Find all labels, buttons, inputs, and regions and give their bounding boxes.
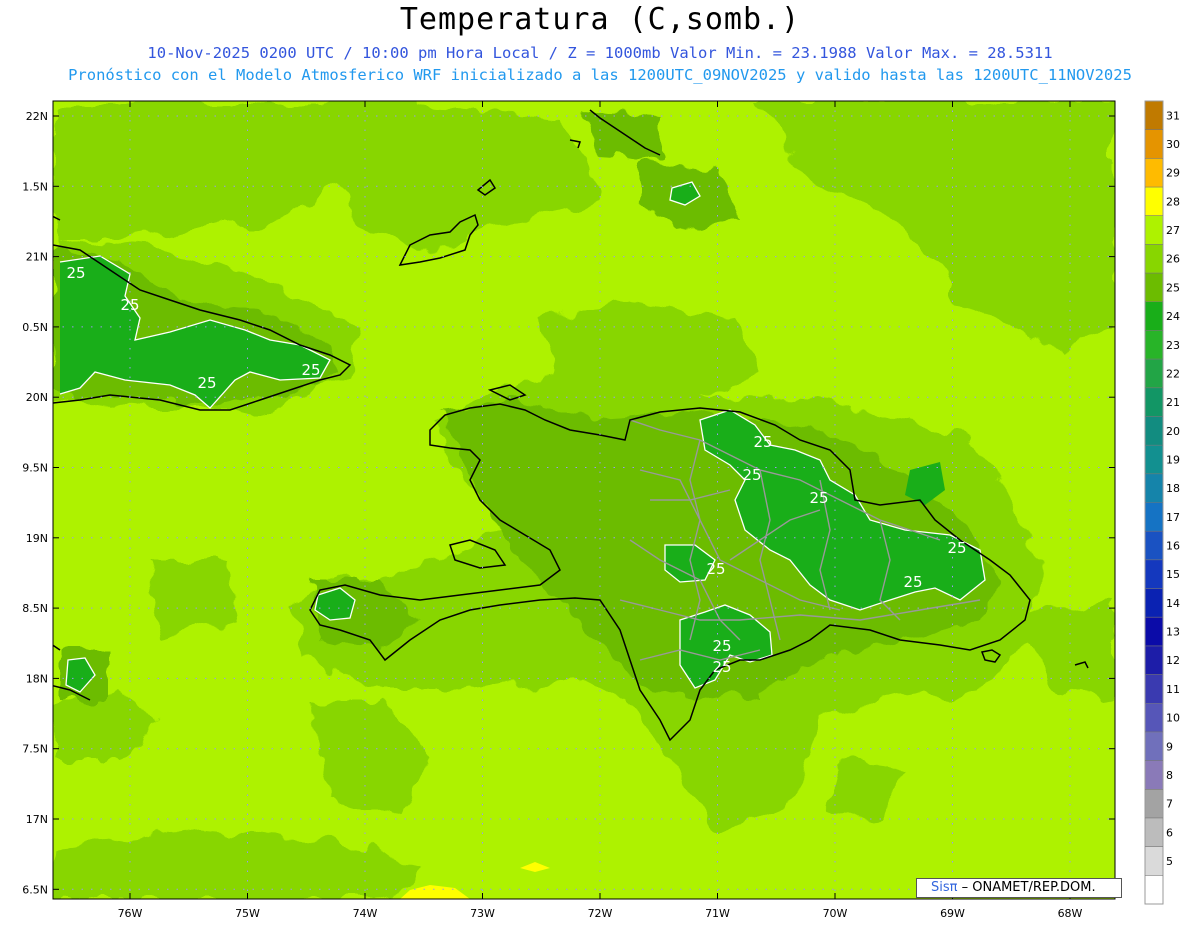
colorbar-label: 23 <box>1166 339 1180 352</box>
contour-label: 25 <box>706 560 725 578</box>
colorbar-label: 22 <box>1166 367 1180 380</box>
colorbar-label: 25 <box>1166 281 1180 294</box>
onamet-credit: – ONAMET/REP.DOM. <box>957 880 1096 895</box>
lon-label: 70W <box>823 907 848 920</box>
credit-box: Sisπ – ONAMET/REP.DOM. <box>916 878 1122 898</box>
contour-label: 25 <box>66 264 85 282</box>
colorbar-label: 10 <box>1166 712 1180 725</box>
contour-label: 25 <box>712 658 731 676</box>
lon-label: 75W <box>235 907 260 920</box>
temperature-field <box>53 101 1115 899</box>
lon-label: 76W <box>118 907 143 920</box>
colorbar-label: 9 <box>1166 740 1173 753</box>
lat-label: 22N <box>26 110 48 123</box>
colorbar-segment <box>1145 387 1163 417</box>
lat-label: 0.5N <box>22 321 48 334</box>
lat-label: 9.5N <box>22 462 48 475</box>
colorbar-label: 27 <box>1166 224 1180 237</box>
lat-label: 18N <box>26 672 48 685</box>
colorbar-label: 26 <box>1166 253 1180 266</box>
colorbar-label: 6 <box>1166 826 1173 839</box>
contour-label: 25 <box>301 361 320 379</box>
colorbar-segment <box>1145 330 1163 360</box>
colorbar-label: 13 <box>1166 626 1180 639</box>
lat-label: 8.5N <box>22 602 48 615</box>
colorbar-label: 30 <box>1166 138 1180 151</box>
lon-label: 69W <box>940 907 965 920</box>
lon-label: 73W <box>470 907 495 920</box>
colorbar-segment <box>1145 273 1163 303</box>
colorbar-segment <box>1145 703 1163 733</box>
colorbar-segment <box>1145 359 1163 389</box>
colorbar-segment <box>1145 817 1163 848</box>
colorbar-segment <box>1145 559 1163 590</box>
colorbar-segment <box>1145 158 1163 188</box>
colorbar-segment <box>1145 445 1163 475</box>
colorbar-segment <box>1145 301 1163 331</box>
colorbar-label: 5 <box>1166 855 1173 868</box>
contour-label: 25 <box>947 539 966 557</box>
colorbar-segment <box>1145 101 1163 131</box>
colorbar-segment <box>1145 789 1163 819</box>
colorbar-segment <box>1145 502 1163 532</box>
colorbar-label: 21 <box>1166 396 1180 409</box>
colorbar-segment <box>1145 875 1163 905</box>
colorbar-segment <box>1145 215 1163 245</box>
colorbar-label: 19 <box>1166 453 1180 466</box>
colorbar-label: 7 <box>1166 798 1173 811</box>
colorbar-label: 16 <box>1166 540 1180 553</box>
colorbar-label: 12 <box>1166 654 1180 667</box>
colorbar-segment <box>1145 731 1163 762</box>
colorbar-label: 29 <box>1166 167 1180 180</box>
colorbar-segment <box>1145 244 1163 274</box>
contour-label: 25 <box>712 637 731 655</box>
contour-label: 25 <box>120 296 139 314</box>
contour-label: 25 <box>197 374 216 392</box>
temperature-map: 22N 1.5N 21N 0.5N 20N 9.5N 19N 8.5N 18N 7.5N 17N 6.… <box>22 100 1180 920</box>
colorbar-segment <box>1145 760 1163 790</box>
lat-label: 19N <box>26 532 48 545</box>
lat-label: 6.5N <box>22 883 48 896</box>
colorbar-segment <box>1145 588 1163 618</box>
colorbar-segment <box>1145 531 1163 561</box>
colorbar-segment <box>1145 416 1163 446</box>
colorbar-label: 28 <box>1166 195 1180 208</box>
lon-label: 74W <box>353 907 378 920</box>
lat-label: 21N <box>26 251 48 264</box>
colorbar-label: 31 <box>1166 109 1180 122</box>
colorbar-label: 11 <box>1166 683 1180 696</box>
contour-label: 25 <box>903 573 922 591</box>
colorbar-segment <box>1145 645 1163 676</box>
colorbar-segment <box>1145 473 1163 503</box>
lat-label: 17N <box>26 813 48 826</box>
colorbar-label: 15 <box>1166 568 1180 581</box>
colorbar-segment <box>1145 846 1163 876</box>
colorbar-segment <box>1145 129 1163 159</box>
lon-label: 68W <box>1058 907 1083 920</box>
colorbar-label: 14 <box>1166 597 1180 610</box>
colorbar-label: 17 <box>1166 511 1180 524</box>
colorbar-segment <box>1145 674 1163 704</box>
contour-label: 25 <box>742 466 761 484</box>
colorbar-label: 18 <box>1166 482 1180 495</box>
lon-label: 71W <box>705 907 730 920</box>
sis-logo-text: Sisπ <box>931 880 958 895</box>
colorbar-label: 24 <box>1166 310 1180 323</box>
lat-label: 20N <box>26 391 48 404</box>
colorbar-segment <box>1145 187 1163 217</box>
colorbar-segment <box>1145 617 1163 647</box>
lat-label: 1.5N <box>22 180 48 193</box>
lat-label: 7.5N <box>22 743 48 756</box>
colorbar-label: 20 <box>1166 425 1180 438</box>
colorbar-label: 8 <box>1166 769 1173 782</box>
contour-label: 25 <box>753 433 772 451</box>
temperature-colorbar: 31 30 29 28 27 26 25 24 23 22 21 20 19 18 17 16 15 14 13 12… <box>1144 100 1180 905</box>
lon-label: 72W <box>588 907 613 920</box>
contour-label: 25 <box>809 489 828 507</box>
